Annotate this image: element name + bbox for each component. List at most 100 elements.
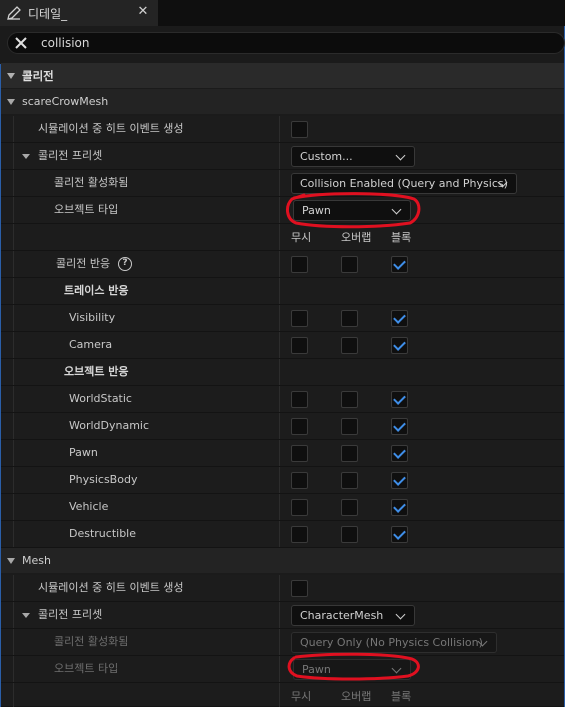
row-collision-response: 콜리전 반응 ? (1, 251, 564, 278)
row-mesh-sim-hit-events: 시뮬레이션 중 히트 이벤트 생성 (1, 575, 564, 602)
expand-arrow-icon[interactable] (22, 154, 30, 159)
row-response-headers: 무시 오버랩 블록 (1, 224, 564, 251)
chevron-down-icon (395, 609, 406, 620)
sim-hit-checkbox[interactable] (291, 580, 308, 597)
pencil-icon (7, 6, 21, 20)
col-block: 블록 (391, 231, 412, 244)
col-overlap: 오버랩 (341, 690, 372, 703)
preset-dropdown[interactable]: CharacterMesh (291, 605, 415, 626)
object-type-label: 오브젝트 타입 (54, 203, 119, 216)
channel-label: WorldDynamic (69, 419, 150, 432)
col-block: 블록 (391, 690, 412, 703)
channel-label: Destructible (69, 527, 136, 540)
sim-hit-checkbox[interactable] (291, 121, 308, 138)
row-trace-response: 트레이스 반응 (1, 278, 564, 305)
tab-bar: 디테일_ ✕ (0, 0, 565, 26)
tab-title: 디테일_ (28, 6, 68, 21)
clear-search-icon[interactable] (13, 35, 29, 51)
overlap-checkbox[interactable] (341, 499, 358, 516)
search-bar (7, 32, 565, 54)
channel-label: WorldStatic (69, 392, 132, 405)
enabled-label: 콜리전 활성화됨 (54, 176, 129, 189)
row-sim-hit-events: 시뮬레이션 중 히트 이벤트 생성 (1, 116, 564, 143)
row-object-response: 오브젝트 반응 (1, 359, 564, 386)
row-mesh-collision-preset: 콜리전 프리셋 CharacterMesh (1, 602, 564, 629)
block-checkbox[interactable] (391, 499, 408, 516)
row-mesh-response-headers: 무시 오버랩 블록 (1, 683, 564, 707)
overlap-checkbox[interactable] (341, 445, 358, 462)
category-collision[interactable]: 콜리전 (1, 63, 564, 88)
component-label: scareCrowMesh (22, 95, 109, 108)
ignore-checkbox[interactable] (291, 472, 308, 489)
collapse-arrow-icon[interactable] (7, 72, 15, 79)
col-overlap: 오버랩 (341, 231, 372, 244)
row-channel-vehicle: Vehicle (1, 494, 564, 521)
object-response-label: 오브젝트 반응 (64, 365, 129, 378)
ignore-checkbox[interactable] (291, 526, 308, 543)
overlap-checkbox[interactable] (341, 310, 358, 327)
row-collision-enabled: 콜리전 활성화됨 Collision Enabled (Query and Ph… (1, 170, 564, 197)
row-channel-worlddynamic: WorldDynamic (1, 413, 564, 440)
overlap-checkbox[interactable] (341, 472, 358, 489)
sim-hit-label: 시뮬레이션 중 히트 이벤트 생성 (38, 122, 184, 135)
sim-hit-label: 시뮬레이션 중 히트 이벤트 생성 (38, 581, 184, 594)
row-channel-pawn: Pawn (1, 440, 564, 467)
overlap-checkbox[interactable] (341, 526, 358, 543)
collapse-arrow-icon[interactable] (7, 98, 15, 105)
component-scarecrowmesh[interactable]: scareCrowMesh (1, 89, 564, 114)
search-input[interactable] (41, 35, 541, 51)
help-icon[interactable]: ? (118, 257, 132, 271)
row-channel-destructible: Destructible (1, 521, 564, 548)
channel-label: Visibility (69, 311, 116, 324)
channel-label: Vehicle (69, 500, 109, 513)
overlap-checkbox[interactable] (341, 391, 358, 408)
ignore-checkbox[interactable] (291, 445, 308, 462)
col-ignore: 무시 (291, 231, 312, 244)
preset-dropdown[interactable]: Custom... (291, 146, 415, 167)
object-type-label: 오브젝트 타입 (54, 662, 119, 675)
response-ignore-checkbox[interactable] (291, 256, 308, 273)
overlap-checkbox[interactable] (341, 337, 358, 354)
row-mesh-object-type: 오브젝트 타입 Pawn (1, 656, 564, 683)
channel-label: Camera (69, 338, 113, 351)
row-mesh-collision-enabled: 콜리전 활성화됨 Query Only (No Physics Collisio… (1, 629, 564, 656)
row-channel-visibility: Visibility (1, 305, 564, 332)
col-ignore: 무시 (291, 690, 312, 703)
chevron-down-icon (395, 150, 406, 161)
object-type-dropdown[interactable]: Pawn (293, 200, 411, 221)
details-tab[interactable]: 디테일_ ✕ (0, 0, 158, 26)
response-block-checkbox[interactable] (391, 256, 408, 273)
block-checkbox[interactable] (391, 391, 408, 408)
row-collision-preset: 콜리전 프리셋 Custom... (1, 143, 564, 170)
ignore-checkbox[interactable] (291, 391, 308, 408)
tab-close-icon[interactable]: ✕ (137, 5, 149, 19)
block-checkbox[interactable] (391, 337, 408, 354)
row-channel-worldstatic: WorldStatic (1, 386, 564, 413)
overlap-checkbox[interactable] (341, 418, 358, 435)
trace-response-label: 트레이스 반응 (64, 284, 129, 297)
chevron-down-icon (391, 663, 402, 674)
row-channel-camera: Camera (1, 332, 564, 359)
ignore-checkbox[interactable] (291, 499, 308, 516)
expand-arrow-icon[interactable] (22, 613, 30, 618)
ignore-checkbox[interactable] (291, 310, 308, 327)
block-checkbox[interactable] (391, 418, 408, 435)
channel-label: Pawn (69, 446, 98, 459)
row-channel-physicsbody: PhysicsBody (1, 467, 564, 494)
category-label: 콜리전 (22, 68, 54, 83)
block-checkbox[interactable] (391, 526, 408, 543)
block-checkbox[interactable] (391, 445, 408, 462)
enabled-label: 콜리전 활성화됨 (54, 635, 129, 648)
block-checkbox[interactable] (391, 310, 408, 327)
block-checkbox[interactable] (391, 472, 408, 489)
ignore-checkbox[interactable] (291, 337, 308, 354)
collapse-arrow-icon[interactable] (7, 557, 15, 564)
preset-label: 콜리전 프리셋 (38, 608, 103, 621)
component-label: Mesh (22, 554, 51, 567)
row-object-type: 오브젝트 타입 Pawn (1, 197, 564, 224)
channel-label: PhysicsBody (69, 473, 138, 486)
response-overlap-checkbox[interactable] (341, 256, 358, 273)
ignore-checkbox[interactable] (291, 418, 308, 435)
component-mesh[interactable]: Mesh (1, 548, 564, 573)
collision-enabled-dropdown[interactable]: Collision Enabled (Query and Physics) (291, 173, 517, 194)
